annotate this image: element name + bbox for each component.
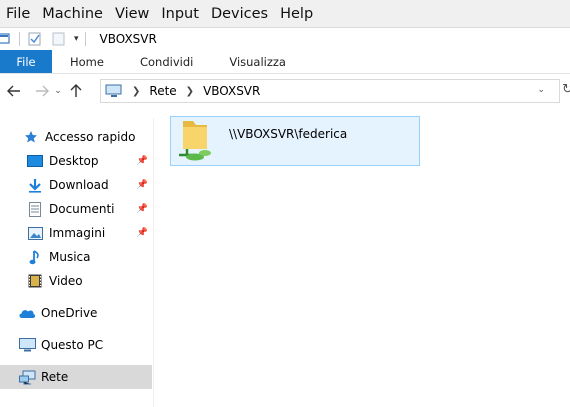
- host-menu-help[interactable]: Help: [274, 6, 319, 22]
- pictures-icon: [26, 225, 44, 241]
- video-icon: [26, 273, 44, 289]
- breadcrumb-vboxsvr[interactable]: VBOXSVR: [203, 84, 260, 98]
- tab-share[interactable]: Condividi: [122, 50, 211, 73]
- new-folder-icon[interactable]: [52, 32, 66, 46]
- pin-icon[interactable]: 📌: [137, 180, 148, 190]
- pin-icon[interactable]: 📌: [137, 156, 148, 166]
- host-menu-devices[interactable]: Devices: [205, 6, 274, 22]
- network-icon: [18, 369, 36, 385]
- nav-item-label: Musica: [49, 250, 91, 264]
- address-bar[interactable]: ❯ Rete ❯ VBOXSVR ⌄ ↻: [100, 79, 570, 103]
- music-icon: [26, 249, 44, 265]
- network-computer-icon: [105, 84, 123, 98]
- nav-item-documents[interactable]: Documenti 📌: [0, 197, 152, 221]
- tab-home[interactable]: Home: [52, 50, 122, 73]
- customize-toolbar-dropdown-icon[interactable]: ▾: [74, 34, 79, 44]
- explorer-window-icon: [0, 32, 11, 46]
- nav-item-label: Accesso rapido: [45, 130, 136, 144]
- nav-item-video[interactable]: Video: [0, 269, 152, 293]
- file-list: \\VBOXSVR\federica: [160, 110, 570, 407]
- nav-item-label: Download: [49, 178, 109, 192]
- nav-item-label: Video: [49, 274, 83, 288]
- breadcrumb-chevron-icon[interactable]: ❯: [132, 86, 140, 97]
- host-menu-bar: File Machine View Input Devices Help: [0, 0, 570, 28]
- nav-item-network[interactable]: Rete: [0, 365, 152, 389]
- star-icon: [22, 129, 40, 145]
- host-menu-view[interactable]: View: [109, 6, 155, 22]
- nav-item-download[interactable]: Download 📌: [0, 173, 152, 197]
- forward-arrow-icon[interactable]: [32, 81, 52, 101]
- breadcrumb-chevron-icon[interactable]: ❯: [186, 86, 194, 97]
- address-dropdown-icon[interactable]: ⌄: [537, 85, 545, 95]
- ribbon-tabs: File Home Condividi Visualizza: [0, 50, 570, 74]
- cloud-icon: [18, 305, 36, 321]
- pin-icon[interactable]: 📌: [137, 228, 148, 238]
- breadcrumb-network[interactable]: Rete: [149, 84, 176, 98]
- up-arrow-icon[interactable]: [66, 81, 86, 101]
- refresh-icon[interactable]: ↻: [562, 82, 570, 97]
- nav-item-quick-access[interactable]: Accesso rapido: [0, 125, 152, 149]
- network-share-item[interactable]: \\VBOXSVR\federica: [170, 116, 420, 166]
- pin-icon[interactable]: 📌: [137, 204, 148, 214]
- nav-item-label: Rete: [41, 370, 69, 384]
- network-share-folder-icon: [175, 117, 215, 163]
- recent-locations-chevron-icon[interactable]: ⌄: [52, 81, 64, 101]
- host-menu-machine[interactable]: Machine: [36, 6, 109, 22]
- navigation-pane: Accesso rapido Desktop 📌 Download 📌 Docu…: [0, 110, 154, 407]
- download-icon: [26, 177, 44, 193]
- pane-divider[interactable]: [153, 118, 154, 407]
- quick-access-toolbar: ▾: [0, 32, 92, 46]
- nav-item-label: Questo PC: [41, 338, 104, 352]
- title-bar: ▾ VBOXSVR: [0, 28, 570, 50]
- nav-item-this-pc[interactable]: Questo PC: [0, 333, 152, 357]
- window-title: VBOXSVR: [99, 32, 157, 46]
- back-arrow-icon[interactable]: [4, 81, 24, 101]
- desktop-icon: [26, 153, 44, 169]
- nav-item-label: Desktop: [49, 154, 99, 168]
- nav-item-onedrive[interactable]: OneDrive: [0, 301, 152, 325]
- properties-icon[interactable]: [28, 32, 42, 46]
- nav-item-desktop[interactable]: Desktop 📌: [0, 149, 152, 173]
- nav-item-label: Documenti: [49, 202, 115, 216]
- computer-icon: [18, 337, 36, 353]
- navigation-row: ⌄ ❯ Rete ❯ VBOXSVR ⌄ ↻: [0, 79, 570, 103]
- nav-item-pictures[interactable]: Immagini 📌: [0, 221, 152, 245]
- documents-icon: [26, 201, 44, 217]
- nav-item-label: OneDrive: [41, 306, 98, 320]
- network-share-name: \\VBOXSVR\federica: [229, 127, 348, 141]
- nav-item-label: Immagini: [49, 226, 106, 240]
- tab-view[interactable]: Visualizza: [211, 50, 304, 73]
- host-menu-input[interactable]: Input: [155, 6, 205, 22]
- host-menu-file[interactable]: File: [0, 6, 36, 22]
- nav-item-music[interactable]: Musica: [0, 245, 152, 269]
- tab-file[interactable]: File: [0, 50, 52, 73]
